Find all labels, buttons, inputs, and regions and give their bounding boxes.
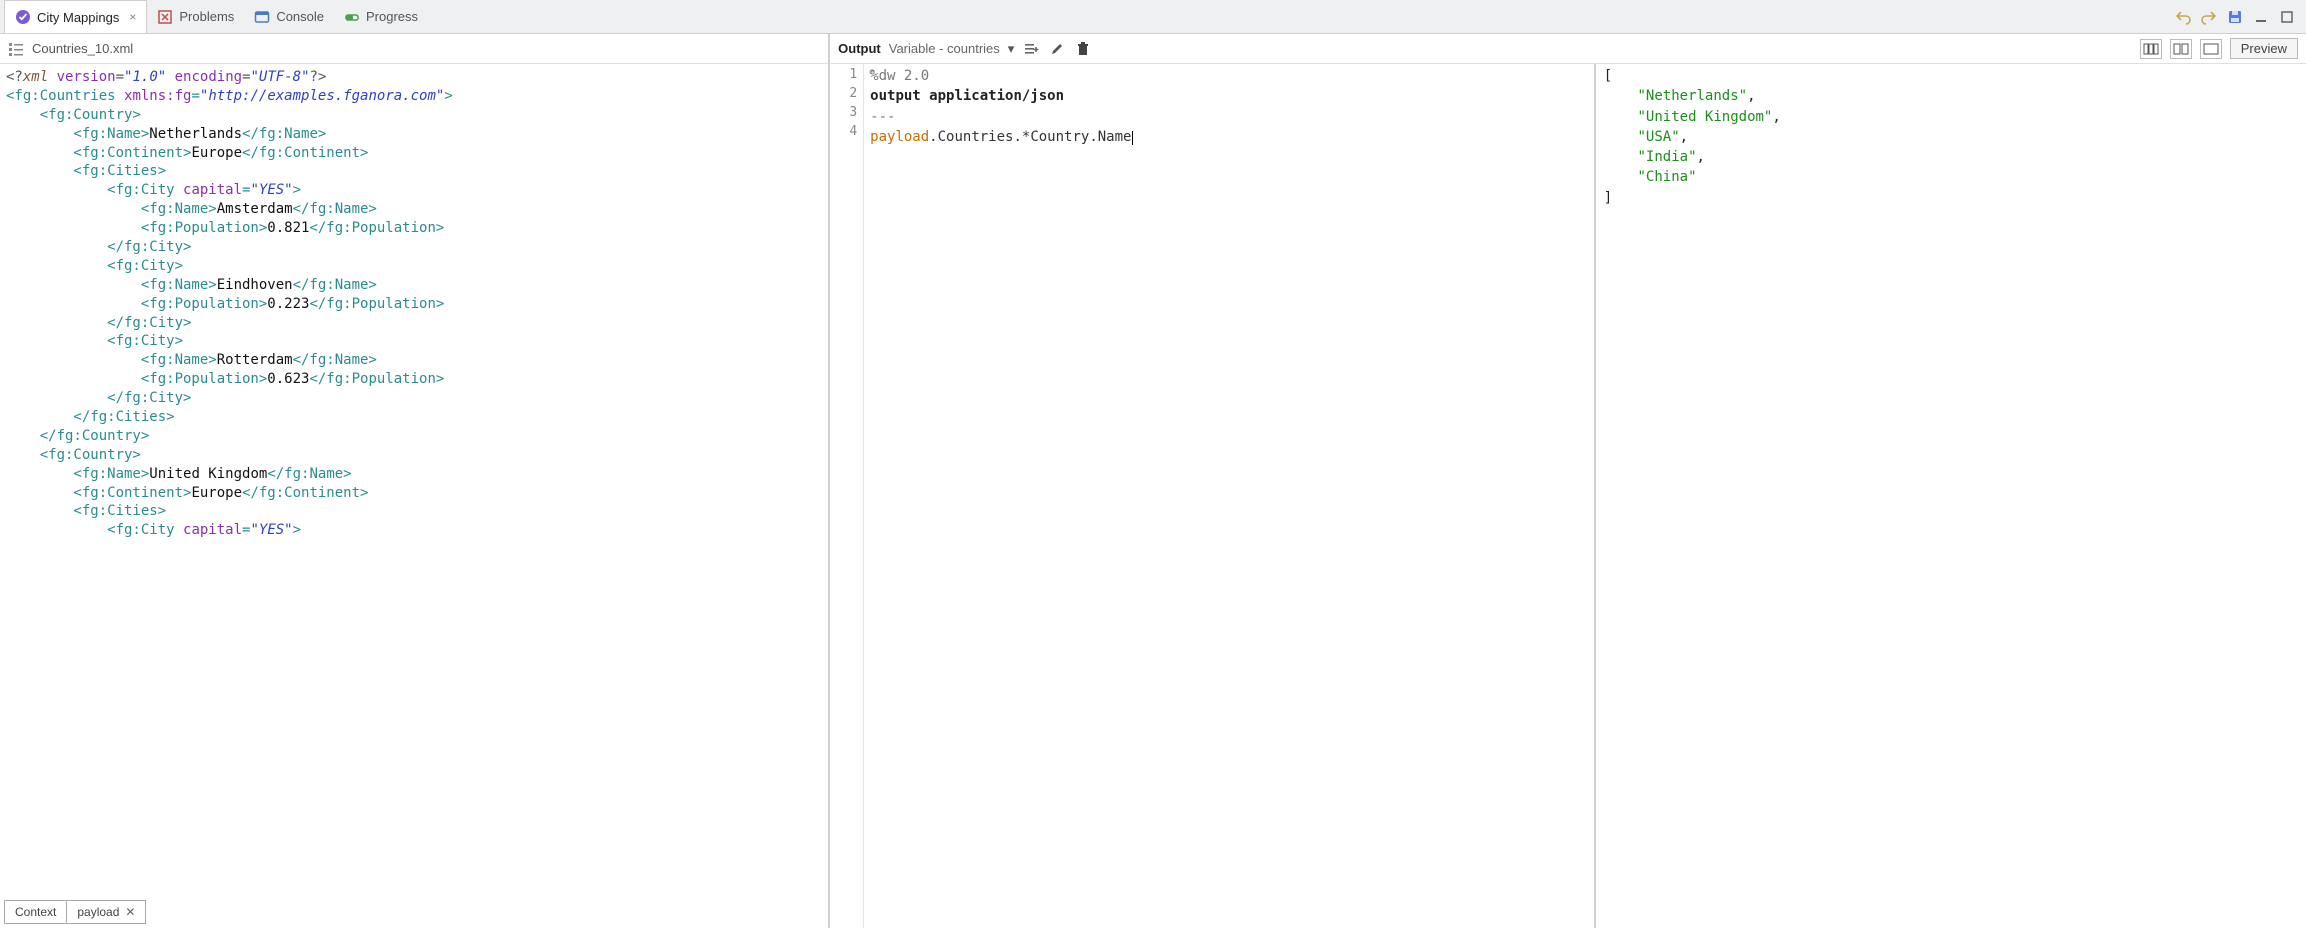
xml-editor[interactable]: <?xml version="1.0" encoding="UTF-8"?><f… <box>0 64 828 928</box>
input-header: Countries_10.xml <box>0 34 828 64</box>
close-icon[interactable]: ✕ <box>125 905 135 919</box>
view-split-icon[interactable] <box>2170 39 2192 59</box>
tab-city-mappings[interactable]: City Mappings × <box>4 0 147 33</box>
tab-payload[interactable]: payload✕ <box>66 901 145 923</box>
tab-console[interactable]: Console <box>244 0 334 33</box>
tab-context[interactable]: Context <box>5 901 66 923</box>
view-nn-icon[interactable] <box>2140 39 2162 59</box>
json-output: [ "Netherlands", "United Kingdom", "USA"… <box>1596 64 2306 928</box>
output-variable-name[interactable]: Variable - countries <box>889 41 1000 56</box>
top-right-icons <box>2174 8 2302 26</box>
tab-label: Console <box>276 9 324 24</box>
add-output-icon[interactable] <box>1022 40 1040 58</box>
tab-progress[interactable]: Progress <box>334 0 428 33</box>
redo-icon[interactable] <box>2200 8 2218 26</box>
tree-list-icon <box>8 41 24 57</box>
problems-icon <box>157 9 173 25</box>
line-gutter: 1234 <box>830 64 864 928</box>
output-header: Output Variable - countries ▾ Preview <box>830 34 2306 64</box>
tab-label: City Mappings <box>37 10 119 25</box>
tab-label: Problems <box>179 9 234 24</box>
view-single-icon[interactable] <box>2200 39 2222 59</box>
undo-icon[interactable] <box>2174 8 2192 26</box>
output-label: Output <box>838 41 881 56</box>
input-panel: Countries_10.xml <?xml version="1.0" enc… <box>0 34 830 928</box>
tab-label: Progress <box>366 9 418 24</box>
maximize-icon[interactable] <box>2278 8 2296 26</box>
delete-icon[interactable] <box>1074 40 1092 58</box>
purple-check-icon <box>15 9 31 25</box>
console-icon <box>254 9 270 25</box>
close-icon[interactable]: × <box>129 10 136 24</box>
chevron-down-icon[interactable]: ▾ <box>1008 41 1015 57</box>
edit-icon[interactable] <box>1048 40 1066 58</box>
output-panel: Output Variable - countries ▾ Preview 12… <box>830 34 2306 928</box>
top-tab-bar: City Mappings × Problems Console Progress <box>0 0 2306 34</box>
tab-problems[interactable]: Problems <box>147 0 244 33</box>
minimize-icon[interactable] <box>2252 8 2270 26</box>
dataweave-editor[interactable]: 1234 %dw 2.0output application/json---pa… <box>830 64 1596 928</box>
progress-icon <box>344 9 360 25</box>
context-tabs: Context payload✕ <box>4 900 146 924</box>
preview-button[interactable]: Preview <box>2230 38 2298 59</box>
input-filename: Countries_10.xml <box>32 41 133 56</box>
save-icon[interactable] <box>2226 8 2244 26</box>
